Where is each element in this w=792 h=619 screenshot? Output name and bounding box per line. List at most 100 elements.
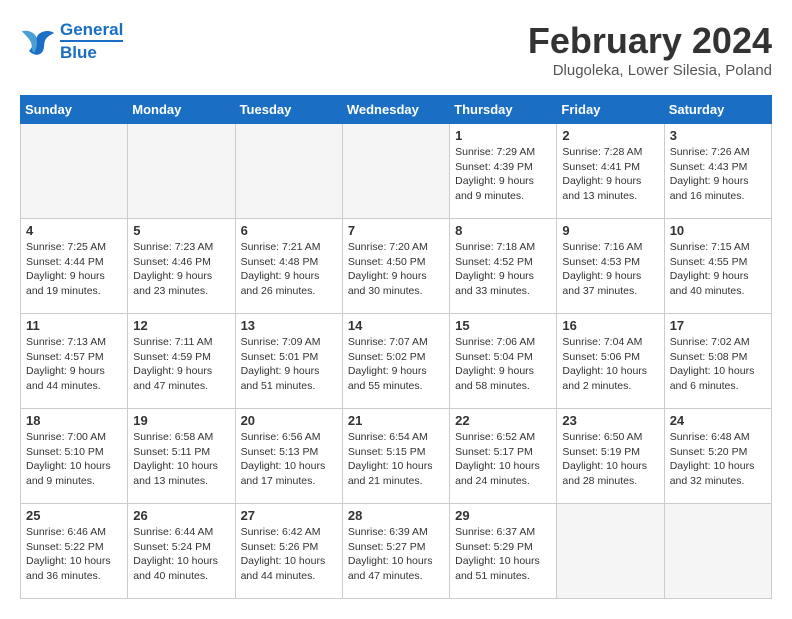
day-info: Sunrise: 6:37 AM Sunset: 5:29 PM Dayligh… — [455, 525, 551, 584]
calendar-cell: 21Sunrise: 6:54 AM Sunset: 5:15 PM Dayli… — [342, 409, 449, 504]
calendar-cell — [342, 124, 449, 219]
day-number: 15 — [455, 318, 551, 333]
week-row-5: 25 Sunrise: 6:46 AM Sunset: 5:22 PM Dayli… — [21, 504, 772, 599]
day-number: 12 — [133, 318, 229, 333]
calendar-cell — [21, 124, 128, 219]
calendar-cell: 1 Sunrise: 7:29 AM Sunset: 4:39 PM Daylig… — [450, 124, 557, 219]
weekday-header-wednesday: Wednesday — [342, 96, 449, 124]
day-number: 8 — [455, 223, 551, 238]
calendar-cell: 4 Sunrise: 7:25 AM Sunset: 4:44 PM Daylig… — [21, 219, 128, 314]
day-number: 2 — [562, 128, 658, 143]
calendar-cell — [128, 124, 235, 219]
calendar-cell: 26 Sunrise: 6:44 AM Sunset: 5:24 PM Dayli… — [128, 504, 235, 599]
day-info: Sunrise: 7:21 AM Sunset: 4:48 PM Dayligh… — [241, 240, 337, 299]
calendar-cell: 5Sunrise: 7:23 AM Sunset: 4:46 PM Daylig… — [128, 219, 235, 314]
logo: General Blue — [20, 20, 123, 63]
calendar-cell: 7Sunrise: 7:20 AM Sunset: 4:50 PM Daylig… — [342, 219, 449, 314]
day-number: 10 — [670, 223, 766, 238]
day-number: 24 — [670, 413, 766, 428]
calendar-cell: 13Sunrise: 7:09 AM Sunset: 5:01 PM Dayli… — [235, 314, 342, 409]
calendar-cell — [235, 124, 342, 219]
weekday-header-monday: Monday — [128, 96, 235, 124]
day-number: 23 — [562, 413, 658, 428]
day-info: Sunrise: 7:16 AM Sunset: 4:53 PM Dayligh… — [562, 240, 658, 299]
calendar-cell: 9 Sunrise: 7:16 AM Sunset: 4:53 PM Daylig… — [557, 219, 664, 314]
day-info: Sunrise: 6:46 AM Sunset: 5:22 PM Dayligh… — [26, 525, 122, 584]
day-info: Sunrise: 7:18 AM Sunset: 4:52 PM Dayligh… — [455, 240, 551, 299]
calendar-cell: 6 Sunrise: 7:21 AM Sunset: 4:48 PM Daylig… — [235, 219, 342, 314]
day-number: 18 — [26, 413, 122, 428]
day-number: 13 — [241, 318, 337, 333]
day-info: Sunrise: 7:11 AM Sunset: 4:59 PM Dayligh… — [133, 335, 229, 394]
day-info: Sunrise: 7:06 AM Sunset: 5:04 PM Dayligh… — [455, 335, 551, 394]
day-info: Sunrise: 7:29 AM Sunset: 4:39 PM Dayligh… — [455, 145, 551, 204]
day-info: Sunrise: 7:26 AM Sunset: 4:43 PM Dayligh… — [670, 145, 766, 204]
day-number: 7 — [348, 223, 444, 238]
day-number: 6 — [241, 223, 337, 238]
day-info: Sunrise: 6:42 AM Sunset: 5:26 PM Dayligh… — [241, 525, 337, 584]
day-number: 17 — [670, 318, 766, 333]
day-number: 14 — [348, 318, 444, 333]
calendar-cell: 16 Sunrise: 7:04 AM Sunset: 5:06 PM Dayli… — [557, 314, 664, 409]
day-info: Sunrise: 6:50 AM Sunset: 5:19 PM Dayligh… — [562, 430, 658, 489]
day-number: 26 — [133, 508, 229, 523]
calendar-cell: 17 Sunrise: 7:02 AM Sunset: 5:08 PM Dayli… — [664, 314, 771, 409]
day-info: Sunrise: 7:02 AM Sunset: 5:08 PM Dayligh… — [670, 335, 766, 394]
calendar-cell: 27 Sunrise: 6:42 AM Sunset: 5:26 PM Dayli… — [235, 504, 342, 599]
day-info: Sunrise: 7:04 AM Sunset: 5:06 PM Dayligh… — [562, 335, 658, 394]
day-info: Sunrise: 7:13 AM Sunset: 4:57 PM Dayligh… — [26, 335, 122, 394]
day-number: 9 — [562, 223, 658, 238]
calendar-cell: 11 Sunrise: 7:13 AM Sunset: 4:57 PM Dayli… — [21, 314, 128, 409]
calendar-cell: 29 Sunrise: 6:37 AM Sunset: 5:29 PM Dayli… — [450, 504, 557, 599]
day-info: Sunrise: 6:54 AM Sunset: 5:15 PM Dayligh… — [348, 430, 444, 489]
day-info: Sunrise: 7:23 AM Sunset: 4:46 PM Dayligh… — [133, 240, 229, 299]
day-info: Sunrise: 6:48 AM Sunset: 5:20 PM Dayligh… — [670, 430, 766, 489]
day-info: Sunrise: 7:25 AM Sunset: 4:44 PM Dayligh… — [26, 240, 122, 299]
day-number: 29 — [455, 508, 551, 523]
weekday-header-tuesday: Tuesday — [235, 96, 342, 124]
day-info: Sunrise: 7:28 AM Sunset: 4:41 PM Dayligh… — [562, 145, 658, 204]
weekday-header-thursday: Thursday — [450, 96, 557, 124]
weekday-header-row: SundayMondayTuesdayWednesdayThursdayFrid… — [21, 96, 772, 124]
day-number: 4 — [26, 223, 122, 238]
day-info: Sunrise: 7:15 AM Sunset: 4:55 PM Dayligh… — [670, 240, 766, 299]
day-number: 3 — [670, 128, 766, 143]
calendar-cell: 28Sunrise: 6:39 AM Sunset: 5:27 PM Dayli… — [342, 504, 449, 599]
calendar-table: SundayMondayTuesdayWednesdayThursdayFrid… — [20, 95, 772, 599]
week-row-4: 18Sunrise: 7:00 AM Sunset: 5:10 PM Dayli… — [21, 409, 772, 504]
location: Dlugoleka, Lower Silesia, Poland — [528, 62, 772, 79]
calendar-cell: 15 Sunrise: 7:06 AM Sunset: 5:04 PM Dayli… — [450, 314, 557, 409]
weekday-header-sunday: Sunday — [21, 96, 128, 124]
calendar-cell: 8 Sunrise: 7:18 AM Sunset: 4:52 PM Daylig… — [450, 219, 557, 314]
calendar-cell: 25 Sunrise: 6:46 AM Sunset: 5:22 PM Dayli… — [21, 504, 128, 599]
logo-text: General Blue — [60, 20, 123, 63]
calendar-cell: 23 Sunrise: 6:50 AM Sunset: 5:19 PM Dayli… — [557, 409, 664, 504]
calendar-cell: 2 Sunrise: 7:28 AM Sunset: 4:41 PM Daylig… — [557, 124, 664, 219]
calendar-cell — [664, 504, 771, 599]
day-number: 20 — [241, 413, 337, 428]
weekday-header-friday: Friday — [557, 96, 664, 124]
calendar-cell: 19Sunrise: 6:58 AM Sunset: 5:11 PM Dayli… — [128, 409, 235, 504]
calendar-cell: 3 Sunrise: 7:26 AM Sunset: 4:43 PM Daylig… — [664, 124, 771, 219]
day-info: Sunrise: 7:07 AM Sunset: 5:02 PM Dayligh… — [348, 335, 444, 394]
week-row-3: 11 Sunrise: 7:13 AM Sunset: 4:57 PM Dayli… — [21, 314, 772, 409]
day-number: 11 — [26, 318, 122, 333]
month-title: February 2024 — [528, 20, 772, 62]
day-info: Sunrise: 6:44 AM Sunset: 5:24 PM Dayligh… — [133, 525, 229, 584]
week-row-2: 4 Sunrise: 7:25 AM Sunset: 4:44 PM Daylig… — [21, 219, 772, 314]
day-number: 22 — [455, 413, 551, 428]
day-number: 27 — [241, 508, 337, 523]
calendar-body: 1 Sunrise: 7:29 AM Sunset: 4:39 PM Daylig… — [21, 124, 772, 599]
logo-icon — [20, 27, 56, 57]
week-row-1: 1 Sunrise: 7:29 AM Sunset: 4:39 PM Daylig… — [21, 124, 772, 219]
calendar-cell: 12 Sunrise: 7:11 AM Sunset: 4:59 PM Dayli… — [128, 314, 235, 409]
day-number: 25 — [26, 508, 122, 523]
day-info: Sunrise: 6:56 AM Sunset: 5:13 PM Dayligh… — [241, 430, 337, 489]
day-number: 28 — [348, 508, 444, 523]
calendar-cell: 10 Sunrise: 7:15 AM Sunset: 4:55 PM Dayli… — [664, 219, 771, 314]
title-section: February 2024 Dlugoleka, Lower Silesia, … — [528, 20, 772, 79]
day-number: 16 — [562, 318, 658, 333]
page-header: General Blue February 2024 Dlugoleka, Lo… — [20, 20, 772, 79]
day-number: 1 — [455, 128, 551, 143]
day-info: Sunrise: 6:52 AM Sunset: 5:17 PM Dayligh… — [455, 430, 551, 489]
